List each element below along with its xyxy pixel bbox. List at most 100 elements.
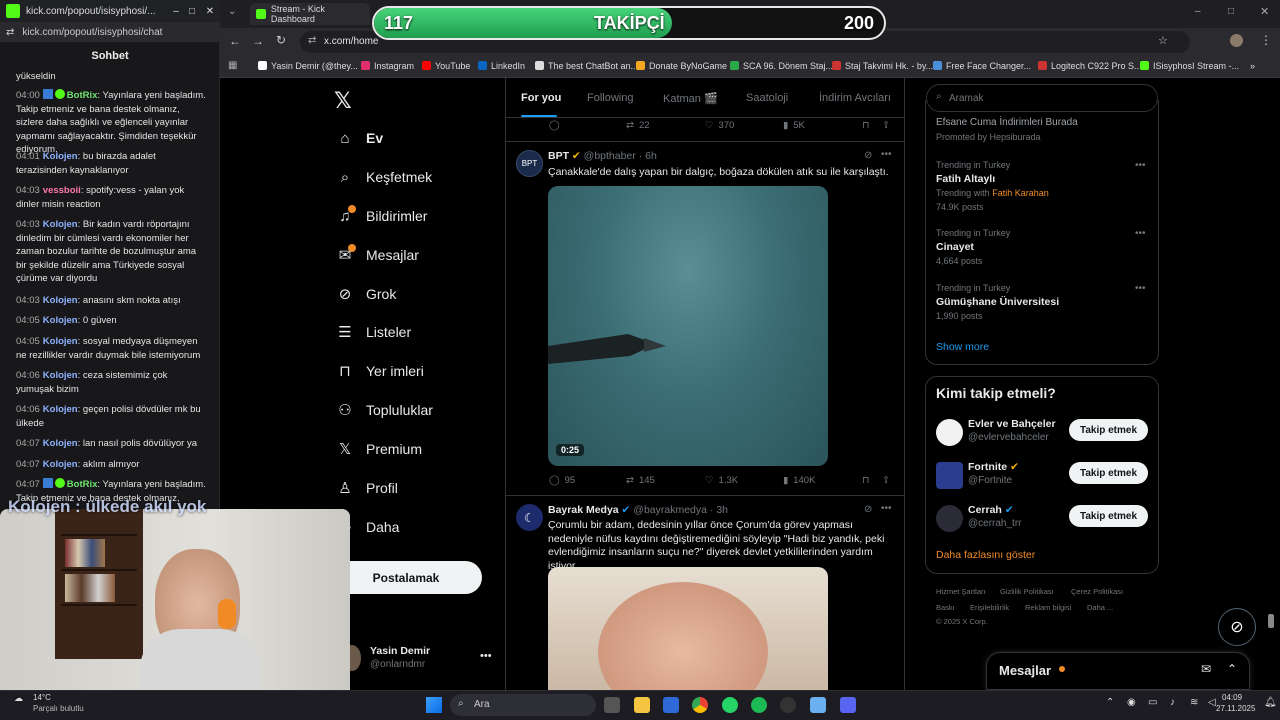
chat-username[interactable]: Kolojen [43, 315, 78, 326]
footer-link[interactable]: Daha ... [1087, 603, 1113, 612]
footer-link[interactable]: Reklam bilgisi [1025, 603, 1071, 612]
tray-battery-icon[interactable]: ▭ [1148, 697, 1157, 708]
expand-icon[interactable]: ⌃ [1227, 662, 1237, 676]
bookmark-item[interactable]: LinkedIn [478, 61, 525, 71]
bookmark-item[interactable]: Staj Takvimi Hk. - by... [832, 61, 933, 71]
trend-title[interactable]: Fatih Altaylı [936, 173, 995, 185]
bookmark-star-icon[interactable]: ☆ [1158, 34, 1168, 47]
chat-username[interactable]: Kolojen [43, 151, 78, 162]
grok-fab-icon[interactable]: ⊘ [1218, 608, 1256, 646]
chrome-icon[interactable] [692, 697, 708, 713]
trend-more-icon[interactable]: ••• [1135, 228, 1146, 239]
post-button[interactable]: Postalamak [330, 561, 482, 594]
nav-item-home[interactable]: ⌂ Ev [336, 126, 383, 150]
feed-tab[interactable]: Following [587, 92, 633, 104]
feed-tab[interactable]: Katman 🎬 [663, 92, 718, 105]
reply-icon[interactable]: ◯ [549, 120, 560, 131]
account-more-icon[interactable]: ••• [480, 650, 492, 662]
tab-kick-dashboard[interactable]: Stream - Kick Dashboard [250, 3, 370, 25]
taskbar-search[interactable]: ⌕ Ara [450, 694, 596, 716]
bookmark-item[interactable]: Free Face Changer... [933, 61, 1031, 71]
clock-date[interactable]: 27.11.2025 [1216, 704, 1255, 713]
new-message-icon[interactable]: ✉ [1201, 662, 1211, 676]
follow-button[interactable]: Takip etmek [1069, 419, 1148, 441]
tray-wifi-icon[interactable]: ≋ [1190, 697, 1198, 708]
clock-time[interactable]: 04:09 [1222, 693, 1242, 702]
close-icon[interactable]: ✕ [200, 6, 220, 17]
suggestion-name[interactable]: Fortnite [968, 461, 1007, 473]
post-video[interactable]: 0:25 [548, 186, 828, 466]
bayrak-medya-avatar[interactable]: ☾ [516, 504, 543, 531]
task-view-icon[interactable] [604, 697, 620, 713]
follow-button[interactable]: Takip etmek [1069, 505, 1148, 527]
bookmark-item[interactable]: Logitech C922 Pro S... [1038, 61, 1142, 71]
trend-more-icon[interactable]: ••• [1135, 283, 1146, 294]
window-minimize-icon[interactable]: – [1195, 6, 1201, 17]
whatsapp-icon[interactable] [722, 697, 738, 713]
show-more-follow[interactable]: Daha fazlasını göster [936, 549, 1035, 561]
cerrah-avatar[interactable] [936, 505, 963, 532]
share-icon[interactable]: ⇪ [882, 120, 890, 131]
spotify-icon[interactable] [751, 697, 767, 713]
chat-username[interactable]: BotRix [67, 90, 98, 101]
file-explorer-icon[interactable] [634, 697, 650, 713]
trend-more-icon[interactable]: ••• [1135, 160, 1146, 171]
nav-item-grok[interactable]: ⊘ Grok [336, 282, 397, 306]
bookmarks-more-icon[interactable]: » [1250, 61, 1255, 71]
back-icon[interactable]: ← [229, 34, 241, 48]
post-video-2[interactable] [548, 567, 828, 690]
footer-link[interactable]: Hizmet Şartları [936, 587, 986, 596]
footer-link[interactable]: Erişilebilirlik [970, 603, 1009, 612]
site-info-icon[interactable]: ⇄ [6, 27, 14, 38]
x-logo-icon[interactable]: 𝕏 [334, 88, 352, 114]
post-author[interactable]: BPT [548, 150, 569, 162]
nav-item-x[interactable]: 𝕏 Premium [336, 437, 422, 461]
follow-button[interactable]: Takip etmek [1069, 462, 1148, 484]
bookmark-icon[interactable]: ⊓ [862, 120, 869, 131]
windows-start-icon[interactable] [426, 697, 442, 713]
menu-icon[interactable]: ⋮ [1260, 33, 1272, 47]
window-close-icon[interactable]: ✕ [1260, 5, 1269, 18]
grok-post-icon[interactable]: ⊘ [864, 150, 872, 161]
footer-link[interactable]: Gizlilik Politikası [1000, 587, 1054, 596]
feed-tab[interactable]: For you [521, 92, 561, 104]
post-more-icon[interactable]: ••• [881, 149, 892, 160]
maximize-icon[interactable]: □ [184, 6, 200, 17]
site-settings-icon[interactable]: ⇄ [308, 35, 316, 46]
tray-volume-icon[interactable]: ◁ [1208, 697, 1216, 708]
show-more-trends[interactable]: Show more [936, 341, 989, 353]
footer-link[interactable]: Baskı [936, 603, 955, 612]
chat-username[interactable]: Kolojen [43, 370, 78, 381]
bookmark-item[interactable]: Instagram [361, 61, 414, 71]
like-metric[interactable]: ♡ 370 [705, 120, 734, 131]
bookmark-item[interactable]: YouTube [422, 61, 470, 71]
forward-icon[interactable]: → [252, 34, 264, 48]
nav-item-community[interactable]: ⚇ Topluluklar [336, 398, 433, 422]
bpt-avatar[interactable]: BPT [516, 150, 543, 177]
views-metric[interactable]: ▮ 140K [783, 475, 815, 486]
bookmark-item[interactable]: ISisyphosI Stream -... [1140, 61, 1239, 71]
trend-title[interactable]: Cinayet [936, 241, 974, 253]
notification-bell-icon[interactable]: 🔔︎ [1264, 697, 1277, 708]
post-handle[interactable]: @bpthaber [584, 150, 636, 162]
trend-with-name[interactable]: Fatih Karahan [992, 188, 1049, 198]
tray-network-icon[interactable]: ◉ [1127, 697, 1136, 708]
fortnite-avatar[interactable] [936, 462, 963, 489]
messages-drawer[interactable]: Mesajlar ✉ ⌃ [986, 652, 1250, 690]
nav-item-list[interactable]: ☰ Listeler [336, 320, 411, 344]
chat-username[interactable]: Kolojen [43, 438, 78, 449]
bookmark-item[interactable]: SCA 96. Dönem Staj... [730, 61, 833, 71]
chat-username[interactable]: Kolojen [43, 459, 78, 470]
tray-chevron-icon[interactable]: ⌃ [1106, 697, 1114, 708]
views-metric[interactable]: ▮ 5K [783, 120, 805, 131]
feed-tab[interactable]: İndirim Avcıları [819, 92, 891, 104]
chat-username[interactable]: Kolojen [43, 219, 78, 230]
window-maximize-icon[interactable]: □ [1228, 6, 1234, 17]
apps-grid-icon[interactable]: ▦ [228, 60, 237, 71]
post-time[interactable]: 3h [716, 504, 728, 516]
scrollbar-thumb[interactable] [1268, 614, 1274, 628]
nav-item-person[interactable]: ♙ Profil [336, 476, 398, 500]
bookmark-icon[interactable]: ⊓ [862, 475, 869, 486]
profile-avatar[interactable] [1230, 34, 1243, 47]
chat-username[interactable]: Kolojen [43, 404, 78, 415]
